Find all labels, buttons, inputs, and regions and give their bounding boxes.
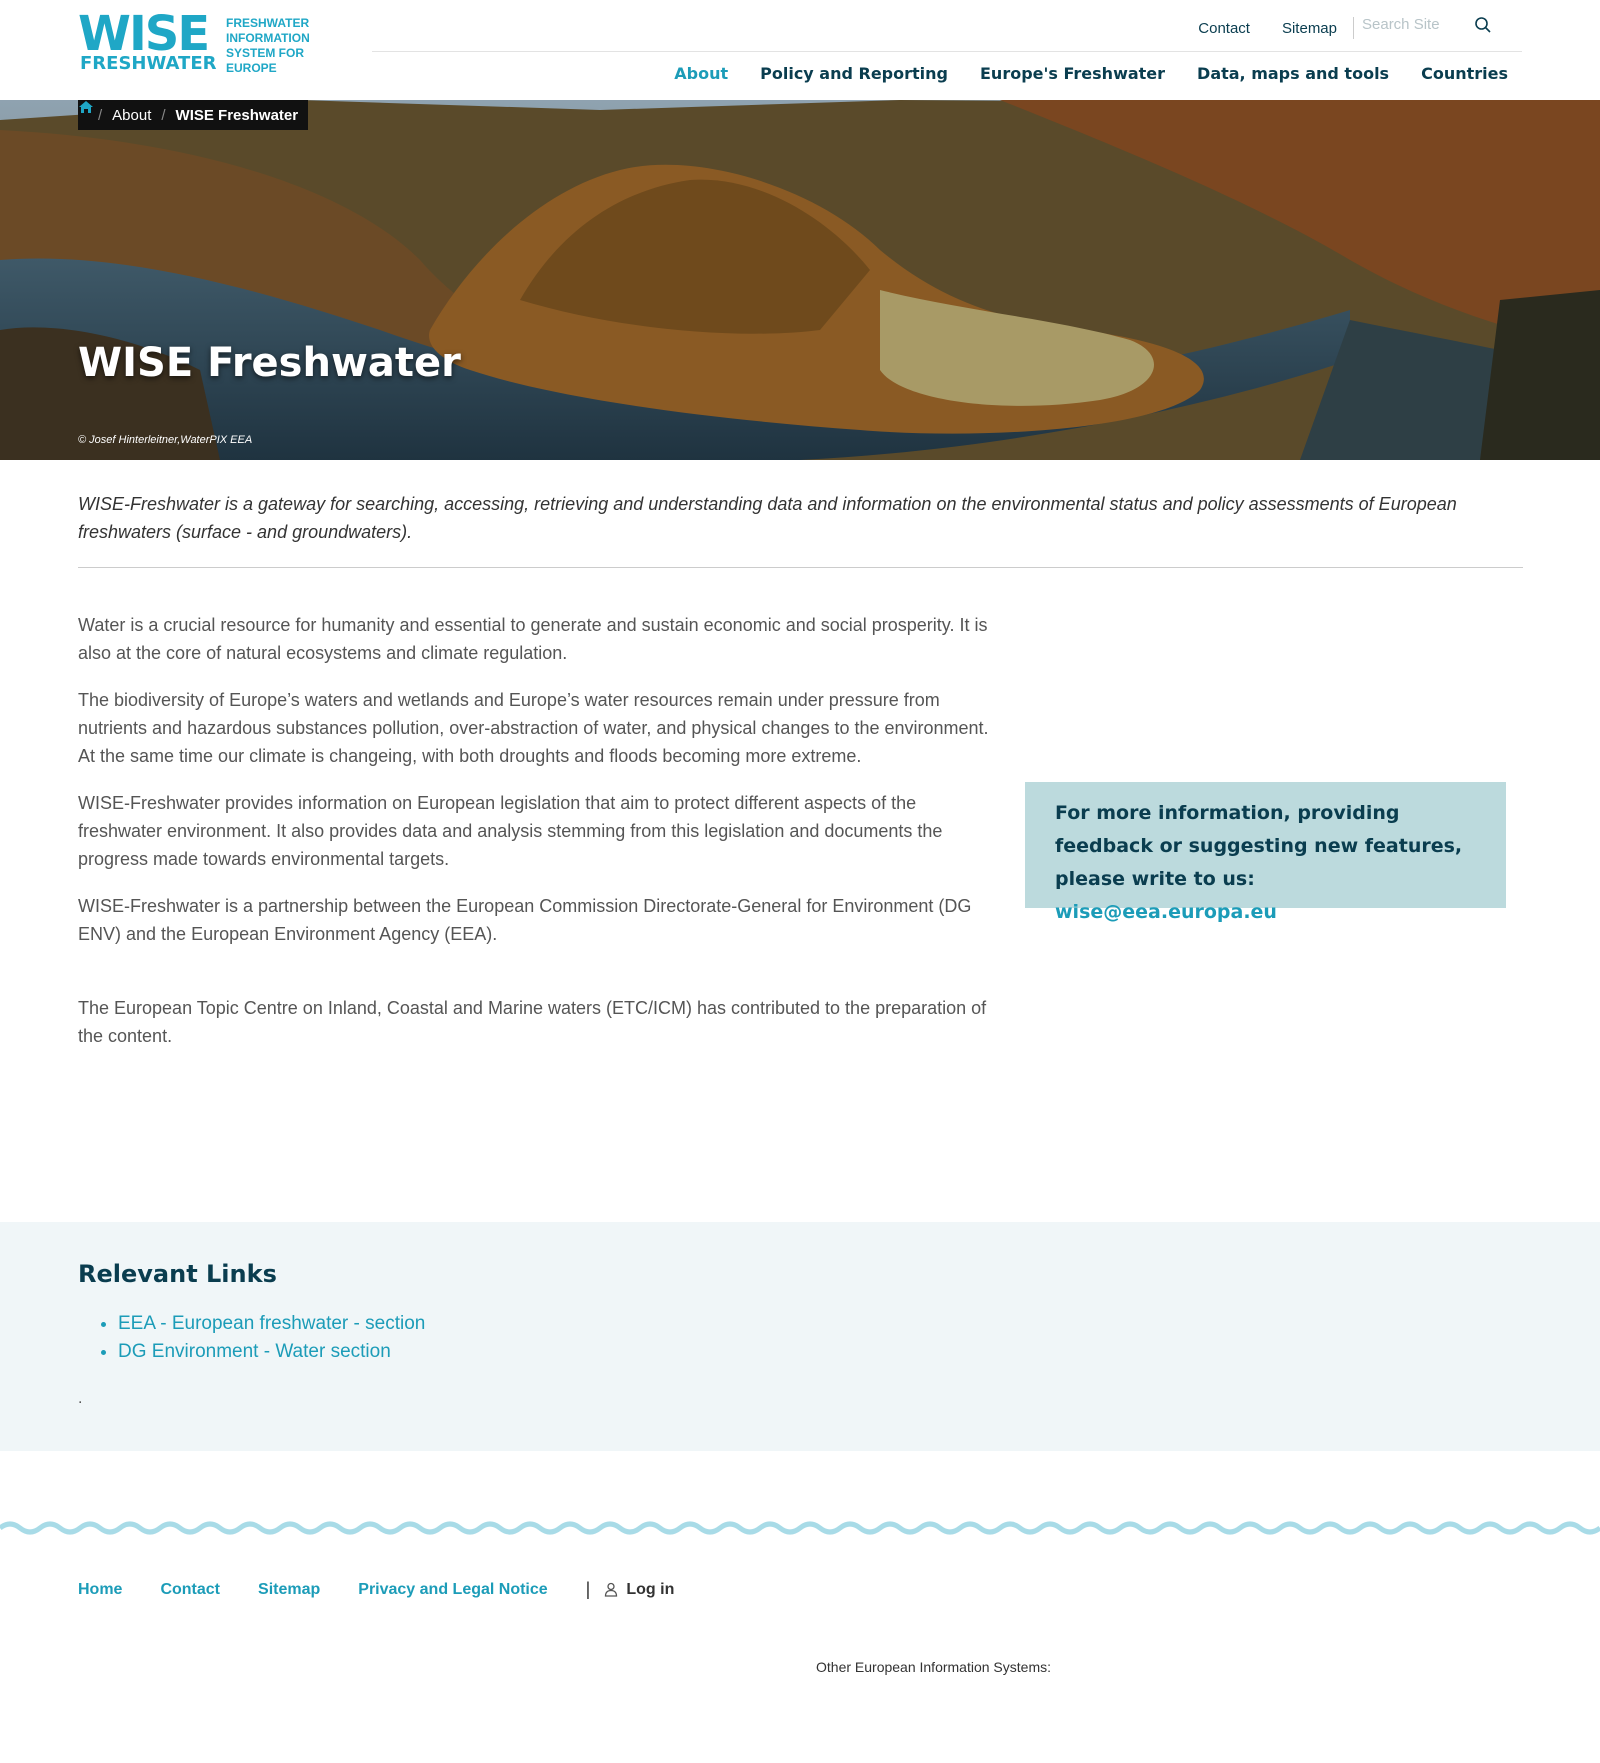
hero-banner: / About / WISE Freshwater WISE Freshwate… bbox=[0, 100, 1600, 460]
footer-link-privacy[interactable]: Privacy and Legal Notice bbox=[358, 1581, 547, 1599]
list-item: EEA - European freshwater - section bbox=[118, 1310, 425, 1338]
info-box-text: For more information, providing feedback… bbox=[1055, 797, 1476, 929]
footer-separator: | bbox=[585, 1579, 591, 1599]
contact-email-link[interactable]: wise@eea.europa.eu bbox=[1055, 901, 1277, 923]
nav-item-data-maps-tools[interactable]: Data, maps and tools bbox=[1197, 64, 1389, 83]
top-links-divider bbox=[1353, 17, 1354, 39]
info-box-message: For more information, providing feedback… bbox=[1055, 802, 1463, 890]
user-icon bbox=[605, 1582, 618, 1597]
logo-tagline-line: FRESHWATER bbox=[226, 16, 310, 30]
relevant-links-section: Relevant Links EEA - European freshwater… bbox=[0, 1222, 1600, 1451]
link-dg-environment-water[interactable]: DG Environment - Water section bbox=[118, 1341, 391, 1362]
trailing-dot: . bbox=[78, 1390, 83, 1407]
footer-link-contact[interactable]: Contact bbox=[160, 1581, 220, 1599]
breadcrumb: / About / WISE Freshwater bbox=[78, 100, 309, 130]
logo-freshwater-text: FRESHWATER bbox=[80, 53, 217, 74]
login-label: Log in bbox=[626, 1580, 675, 1598]
body-paragraph: WISE-Freshwater provides information on … bbox=[78, 793, 943, 869]
breadcrumb-separator: / bbox=[98, 106, 103, 124]
contact-info-box: For more information, providing feedback… bbox=[1025, 782, 1506, 923]
breadcrumb-separator: / bbox=[161, 106, 166, 124]
lead-divider bbox=[78, 567, 1523, 568]
body-paragraph: Water is a crucial resource for humanity… bbox=[78, 615, 988, 663]
home-icon[interactable] bbox=[78, 100, 94, 114]
link-eea-freshwater[interactable]: EEA - European freshwater - section bbox=[118, 1313, 425, 1334]
lead-description: WISE-Freshwater is a gateway for searchi… bbox=[78, 494, 1457, 542]
top-link-sitemap[interactable]: Sitemap bbox=[1282, 20, 1337, 37]
body-paragraph: WISE-Freshwater is a partnership between… bbox=[78, 896, 972, 944]
breadcrumb-item-about[interactable]: About bbox=[112, 107, 151, 124]
logo-wise-text: WISE bbox=[78, 6, 210, 62]
footer-link-sitemap[interactable]: Sitemap bbox=[258, 1581, 320, 1599]
body-paragraph: The European Topic Centre on Inland, Coa… bbox=[78, 998, 987, 1046]
logo-tagline-line: INFORMATION bbox=[226, 31, 310, 45]
relevant-links-title: Relevant Links bbox=[78, 1260, 277, 1288]
nav-item-policy-and-reporting[interactable]: Policy and Reporting bbox=[760, 64, 948, 83]
top-links: Contact Sitemap bbox=[1166, 17, 1354, 39]
breadcrumb-item-current: WISE Freshwater bbox=[175, 106, 299, 124]
hero-landscape-image bbox=[0, 100, 1600, 460]
nav-item-countries[interactable]: Countries bbox=[1421, 64, 1508, 83]
logo-tagline-line: SYSTEM FOR bbox=[226, 46, 305, 60]
relevant-links-list: EEA - European freshwater - section DG E… bbox=[96, 1310, 425, 1366]
main-nav: About Policy and Reporting Europe's Fres… bbox=[642, 64, 1508, 83]
logo-tagline: FRESHWATER INFORMATION SYSTEM FOR EUROPE bbox=[226, 16, 326, 76]
page-title: WISE Freshwater bbox=[78, 340, 461, 386]
other-systems-label: Other European Information Systems: bbox=[816, 1659, 1051, 1675]
footer-nav: Home Contact Sitemap Privacy and Legal N… bbox=[78, 1579, 674, 1600]
search-icon[interactable] bbox=[1474, 16, 1492, 34]
header-divider bbox=[372, 51, 1522, 52]
site-header: WISE FRESHWATER FRESHWATER INFORMATION S… bbox=[0, 0, 1600, 100]
footer-wave-divider bbox=[0, 1521, 1600, 1535]
main-body: Water is a crucial resource for humanity… bbox=[78, 611, 998, 1069]
login-button[interactable]: Log in bbox=[604, 1581, 674, 1599]
top-link-contact[interactable]: Contact bbox=[1198, 20, 1250, 37]
body-paragraph: The biodiversity of Europe’s waters and … bbox=[78, 690, 989, 766]
image-credit: © Josef Hinterleitner,WaterPIX EEA bbox=[78, 434, 253, 446]
footer-link-home[interactable]: Home bbox=[78, 1581, 122, 1599]
nav-item-about[interactable]: About bbox=[674, 64, 728, 83]
logo-tagline-line: EUROPE bbox=[226, 61, 277, 75]
nav-item-europes-freshwater[interactable]: Europe's Freshwater bbox=[980, 64, 1165, 83]
list-item: DG Environment - Water section bbox=[118, 1338, 425, 1366]
site-logo[interactable]: WISE FRESHWATER FRESHWATER INFORMATION S… bbox=[78, 10, 318, 76]
search-input[interactable]: Search Site bbox=[1362, 16, 1440, 33]
